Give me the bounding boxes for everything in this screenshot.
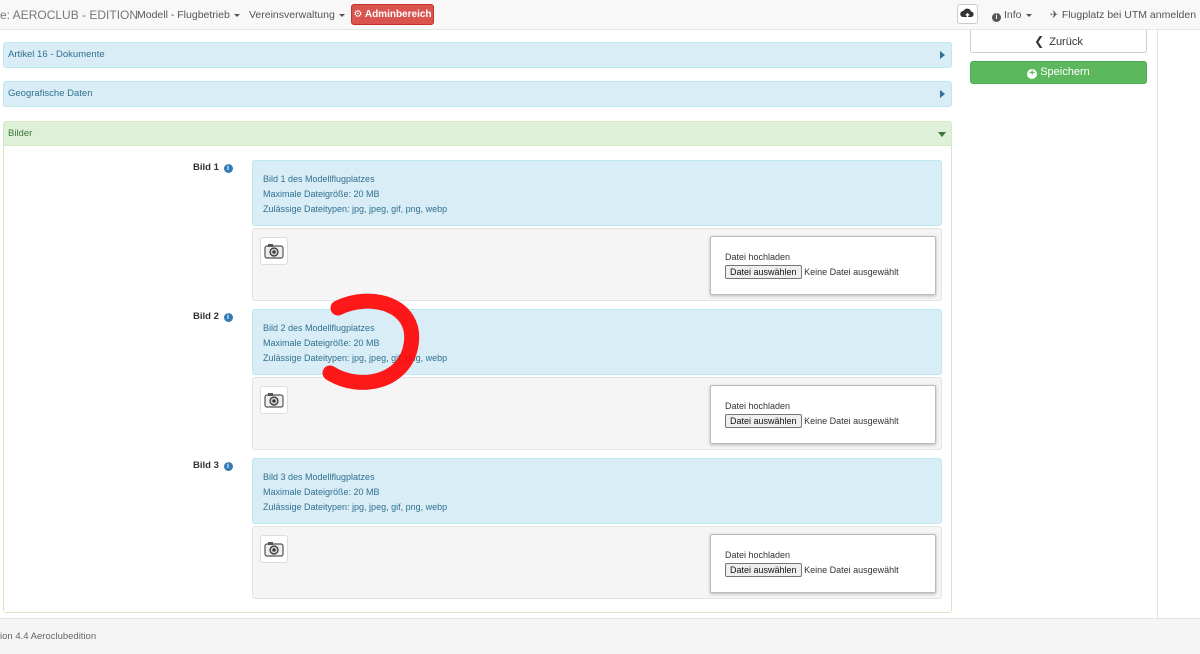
panel-bilder: Bilder Bild 1 i Bild 1 des Modellflugpla… xyxy=(3,121,952,613)
caret-down-icon xyxy=(233,13,240,17)
caret-down-icon xyxy=(338,13,345,17)
image-upload-well: Datei hochladen Datei auswählen Keine Da… xyxy=(252,377,942,450)
image-preview-button[interactable] xyxy=(260,535,288,563)
file-upload-box: Datei hochladen Datei auswählen Keine Da… xyxy=(710,534,936,593)
caret-down-icon xyxy=(1025,13,1032,17)
plus-circle-icon: + xyxy=(1027,69,1038,79)
image-preview-button[interactable] xyxy=(260,386,288,414)
image-info-box: Bild 2 des Modellflugplatzes Maximale Da… xyxy=(252,309,942,375)
panel-heading[interactable]: Bilder xyxy=(4,122,951,146)
expand-arrow-icon xyxy=(940,51,945,59)
plane-icon: ✈ xyxy=(1050,9,1059,21)
back-button[interactable]: ❮ Zurück xyxy=(970,30,1147,53)
upload-title: Datei hochladen xyxy=(725,252,791,262)
file-upload-box: Datei hochladen Datei auswählen Keine Da… xyxy=(710,385,936,444)
menu-verein-label: Vereinsverwaltung xyxy=(249,9,335,21)
image-max-size: Maximale Dateigröße: 20 MB xyxy=(263,487,380,497)
brand-title[interactable]: e: AEROCLUB - EDITION xyxy=(0,8,138,22)
bild-label-text: Bild 1 xyxy=(193,162,219,173)
bild-label: Bild 2 i xyxy=(193,311,233,322)
choose-file-button[interactable]: Datei auswählen xyxy=(725,414,802,428)
no-file-text: Keine Datei ausgewählt xyxy=(804,565,899,575)
image-allowed-types: Zulässige Dateitypen: jpg, jpeg, gif, pn… xyxy=(263,502,448,512)
camera-icon xyxy=(264,542,284,557)
menu-utm-label: Flugplatz bei UTM anmelden xyxy=(1061,9,1197,21)
info-icon[interactable]: i xyxy=(223,164,233,173)
image-description: Bild 1 des Modellflugplatzes xyxy=(263,174,375,184)
sidebar-divider xyxy=(1157,30,1158,618)
panel-heading[interactable]: Geografische Daten xyxy=(4,82,951,106)
image-preview-button[interactable] xyxy=(260,237,288,265)
image-max-size: Maximale Dateigröße: 20 MB xyxy=(263,338,380,348)
no-file-text: Keine Datei ausgewählt xyxy=(804,416,899,426)
back-button-label: Zurück xyxy=(1049,36,1083,48)
info-icon[interactable]: i xyxy=(223,313,233,322)
panel-title: Bilder xyxy=(8,128,33,139)
footer: ion 4.4 Aeroclubedition xyxy=(0,618,1200,654)
no-file-text: Keine Datei ausgewählt xyxy=(804,267,899,277)
menu-modell-flugbetrieb[interactable]: Modell - Flugbetrieb xyxy=(137,9,240,21)
image-upload-well: Datei hochladen Datei auswählen Keine Da… xyxy=(252,526,942,599)
cloud-upload-button[interactable] xyxy=(957,4,978,24)
upload-title: Datei hochladen xyxy=(725,550,791,560)
menu-info[interactable]: i Info xyxy=(992,9,1032,22)
bild-label: Bild 1 i xyxy=(193,162,233,173)
file-upload-box: Datei hochladen Datei auswählen Keine Da… xyxy=(710,236,936,295)
collapse-arrow-icon xyxy=(938,132,946,137)
menu-vereinsverwaltung[interactable]: Vereinsverwaltung xyxy=(249,9,345,21)
choose-file-button[interactable]: Datei auswählen xyxy=(725,265,802,279)
image-allowed-types: Zulässige Dateitypen: jpg, jpeg, gif, pn… xyxy=(263,204,448,214)
top-navbar: e: AEROCLUB - EDITION Modell - Flugbetri… xyxy=(0,0,1200,30)
footer-version-text: ion 4.4 Aeroclubedition xyxy=(0,631,97,642)
panel-geografische-daten[interactable]: Geografische Daten xyxy=(3,81,952,107)
upload-title: Datei hochladen xyxy=(725,401,791,411)
choose-file-button[interactable]: Datei auswählen xyxy=(725,563,802,577)
admin-button[interactable]: ⚙ Adminbereich xyxy=(351,4,434,25)
info-icon[interactable]: i xyxy=(223,462,233,471)
panel-body: Bild 1 i Bild 1 des Modellflugplatzes Ma… xyxy=(4,146,951,612)
image-allowed-types: Zulässige Dateitypen: jpg, jpeg, gif, pn… xyxy=(263,353,448,363)
chevron-left-icon: ❮ xyxy=(1034,34,1045,48)
image-info-box: Bild 1 des Modellflugplatzes Maximale Da… xyxy=(252,160,942,226)
bild-label-text: Bild 3 xyxy=(193,460,219,471)
menu-utm-anmelden[interactable]: ✈ Flugplatz bei UTM anmelden xyxy=(1050,9,1200,21)
panel-title: Geografische Daten xyxy=(8,88,93,99)
save-button[interactable]: + Speichern xyxy=(970,61,1147,84)
panel-heading[interactable]: Artikel 16 - Dokumente xyxy=(4,43,951,67)
image-description: Bild 2 des Modellflugplatzes xyxy=(263,323,375,333)
menu-modell-label: Modell - Flugbetrieb xyxy=(137,9,230,21)
admin-button-label: Adminbereich xyxy=(364,9,432,20)
menu-info-label: Info xyxy=(1004,9,1022,21)
image-description: Bild 3 des Modellflugplatzes xyxy=(263,472,375,482)
gear-icon: ⚙ xyxy=(353,9,363,20)
bild-label-text: Bild 2 xyxy=(193,311,219,322)
camera-icon xyxy=(264,244,284,259)
camera-icon xyxy=(264,393,284,408)
image-upload-well: Datei hochladen Datei auswählen Keine Da… xyxy=(252,228,942,301)
bild-label: Bild 3 i xyxy=(193,460,233,471)
cloud-upload-icon xyxy=(960,8,974,18)
panel-title: Artikel 16 - Dokumente xyxy=(8,49,105,60)
expand-arrow-icon xyxy=(940,90,945,98)
save-button-label: Speichern xyxy=(1040,66,1090,78)
info-icon: i xyxy=(992,13,1001,22)
image-max-size: Maximale Dateigröße: 20 MB xyxy=(263,189,380,199)
image-info-box: Bild 3 des Modellflugplatzes Maximale Da… xyxy=(252,458,942,524)
panel-artikel-16[interactable]: Artikel 16 - Dokumente xyxy=(3,42,952,68)
